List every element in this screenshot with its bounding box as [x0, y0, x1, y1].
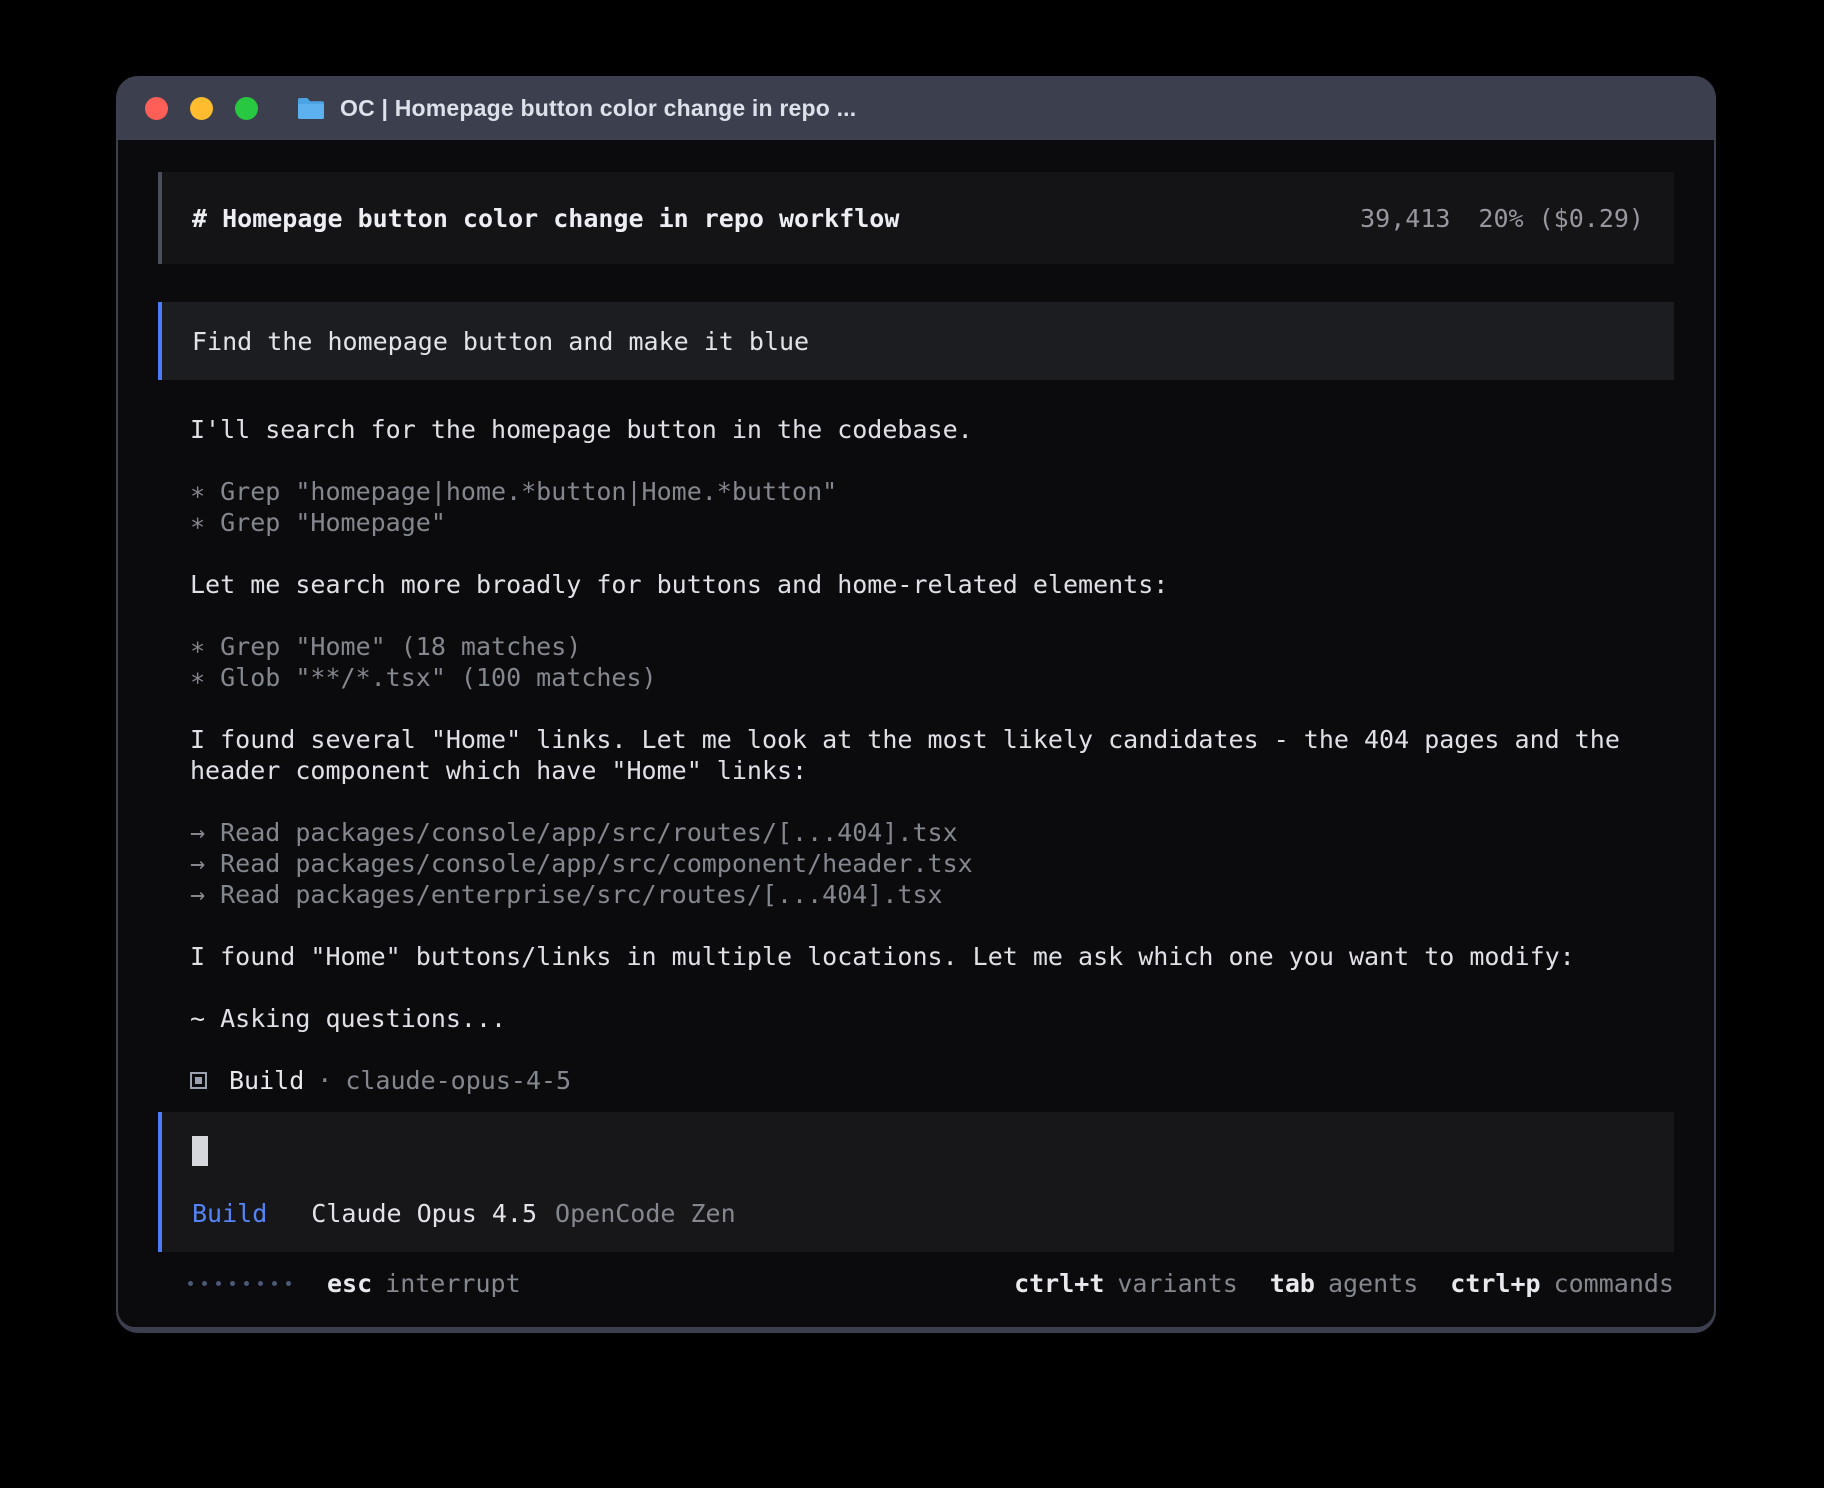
close-window-button[interactable]	[145, 97, 168, 120]
text-cursor	[192, 1136, 208, 1166]
shortcut-key: tab	[1270, 1269, 1315, 1298]
tool-call-line: ∗ Glob "**/*.tsx" (100 matches)	[190, 662, 1674, 693]
user-message: Find the homepage button and make it blu…	[158, 302, 1674, 380]
user-message-text: Find the homepage button and make it blu…	[192, 327, 809, 356]
assistant-text-line: I'll search for the homepage button in t…	[190, 414, 1674, 445]
esc-key-hint: esc	[327, 1269, 372, 1298]
input-model-label[interactable]: Claude Opus 4.5	[311, 1199, 537, 1228]
shortcut-commands: ctrl+p commands	[1450, 1269, 1674, 1298]
session-header: # Homepage button color change in repo w…	[158, 172, 1674, 264]
agent-status-line: Build · claude-opus-4-5	[190, 1065, 1674, 1096]
terminal-window: OC | Homepage button color change in rep…	[116, 76, 1716, 1333]
shortcut-hints: ctrl+t variants tab agents ctrl+p comman…	[1014, 1269, 1674, 1298]
window-titlebar[interactable]: OC | Homepage button color change in rep…	[118, 76, 1714, 140]
shortcut-label: variants	[1117, 1269, 1237, 1298]
folder-icon	[296, 96, 326, 121]
assistant-text-line: Let me search more broadly for buttons a…	[190, 569, 1674, 600]
context-usage: 20% ($0.29)	[1478, 204, 1644, 233]
minimize-window-button[interactable]	[190, 97, 213, 120]
zoom-window-button[interactable]	[235, 97, 258, 120]
prompt-input[interactable]: Build Claude Opus 4.5 OpenCode Zen	[158, 1112, 1674, 1252]
session-stats: 39,413 20% ($0.29)	[1360, 204, 1644, 233]
shortcut-label: commands	[1554, 1269, 1674, 1298]
assistant-text-line: I found several "Home" links. Let me loo…	[190, 724, 1674, 786]
tool-call-line: ∗ Grep "Home" (18 matches)	[190, 631, 1674, 662]
tool-call-line: ∗ Grep "Homepage"	[190, 507, 1674, 538]
agent-model: claude-opus-4-5	[345, 1065, 571, 1096]
shortcut-key: ctrl+t	[1014, 1269, 1104, 1298]
spinner-dots	[188, 1281, 291, 1286]
assistant-text-line: I found "Home" buttons/links in multiple…	[190, 941, 1674, 972]
token-count: 39,413	[1360, 204, 1450, 233]
tool-call-line: → Read packages/console/app/src/routes/[…	[190, 817, 1674, 848]
terminal-content: # Homepage button color change in repo w…	[118, 140, 1714, 1327]
window-title: OC | Homepage button color change in rep…	[340, 95, 856, 122]
agent-build-icon	[190, 1072, 207, 1089]
agent-name: Build	[229, 1065, 304, 1096]
shortcut-agents: tab agents	[1270, 1269, 1418, 1298]
input-mode-label[interactable]: Build	[192, 1199, 267, 1228]
shortcut-key: ctrl+p	[1450, 1269, 1540, 1298]
assistant-transcript: I'll search for the homepage button in t…	[190, 414, 1674, 1096]
agent-separator: ·	[317, 1065, 332, 1096]
shortcut-label: agents	[1328, 1269, 1418, 1298]
input-provider-label: OpenCode Zen	[555, 1199, 736, 1228]
session-title: # Homepage button color change in repo w…	[192, 204, 899, 233]
input-meta: Build Claude Opus 4.5 OpenCode Zen	[192, 1199, 1644, 1228]
tool-call-line: ∗ Grep "homepage|home.*button|Home.*butt…	[190, 476, 1674, 507]
esc-action-label: interrupt	[385, 1269, 520, 1298]
assistant-status-line: ~ Asking questions...	[190, 1003, 1674, 1034]
shortcut-variants: ctrl+t variants	[1014, 1269, 1238, 1298]
tool-call-line: → Read packages/enterprise/src/routes/[.…	[190, 879, 1674, 910]
window-controls	[145, 97, 258, 120]
tool-call-line: → Read packages/console/app/src/componen…	[190, 848, 1674, 879]
status-bar: esc interrupt ctrl+t variants tab agents…	[158, 1268, 1674, 1299]
